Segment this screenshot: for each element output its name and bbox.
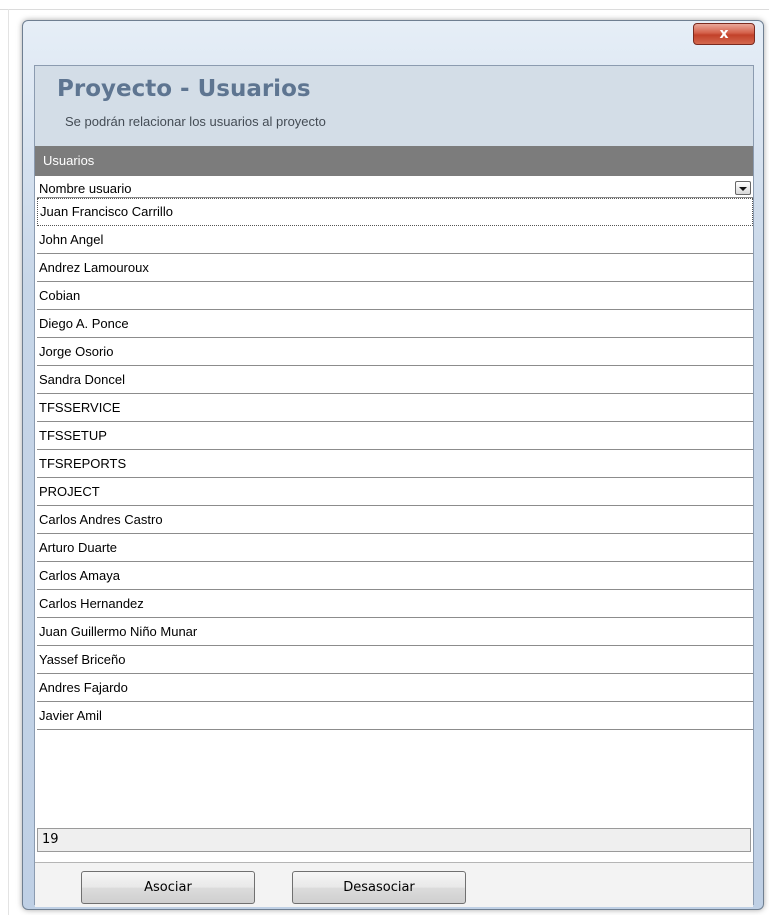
page-title: Proyecto - Usuarios [57,76,311,102]
users-group-title: Usuarios [43,153,95,168]
table-row[interactable]: Juan Francisco Carrillo [37,198,753,226]
close-icon: x [719,26,729,42]
column-header-label: Nombre usuario [39,181,132,196]
table-row[interactable]: PROJECT [37,478,753,506]
users-list: Juan Francisco Carrillo John Angel Andrez … [37,198,753,730]
table-row[interactable]: TFSSERVICE [37,394,753,422]
button-bar: Asociar Desasociar [35,862,753,907]
disassociate-button[interactable]: Desasociar [292,871,466,904]
dialog-window: x Proyecto - Usuarios Se podrán relacion… [22,20,764,910]
table-row[interactable]: Cobian [37,282,753,310]
table-row[interactable]: Carlos Hernandez [37,590,753,618]
table-row[interactable]: Jorge Osorio [37,338,753,366]
users-grid[interactable]: Nombre usuario Juan Francisco Carrillo Jo… [35,176,753,816]
table-row[interactable]: Juan Guillermo Niño Munar [37,618,753,646]
table-row[interactable]: Javier Amil [37,702,753,730]
table-row[interactable]: Andrez Lamouroux [37,254,753,282]
table-row[interactable]: Yassef Briceño [37,646,753,674]
page-left-rule [8,9,9,915]
associate-button[interactable]: Asociar [81,871,255,904]
header-panel: Proyecto - Usuarios Se podrán relacionar… [35,66,753,146]
table-row[interactable]: Carlos Andres Castro [37,506,753,534]
table-row[interactable]: Andres Fajardo [37,674,753,702]
table-row[interactable]: Carlos Amaya [37,562,753,590]
table-row[interactable]: TFSREPORTS [37,450,753,478]
page-subtitle: Se podrán relacionar los usuarios al pro… [65,114,326,129]
table-row[interactable]: Sandra Doncel [37,366,753,394]
page-top-rule [0,9,769,10]
table-row[interactable]: Diego A. Ponce [37,310,753,338]
column-header-username[interactable]: Nombre usuario [37,179,753,198]
record-count: 19 [37,828,751,852]
title-bar[interactable]: x [23,21,763,61]
table-row[interactable]: Arturo Duarte [37,534,753,562]
close-button[interactable]: x [693,23,755,45]
table-row[interactable]: John Angel [37,226,753,254]
table-row[interactable]: TFSSETUP [37,422,753,450]
dialog-client-area: Proyecto - Usuarios Se podrán relacionar… [34,65,754,907]
users-group-header: Usuarios [35,146,753,176]
column-dropdown-icon[interactable] [735,181,751,195]
